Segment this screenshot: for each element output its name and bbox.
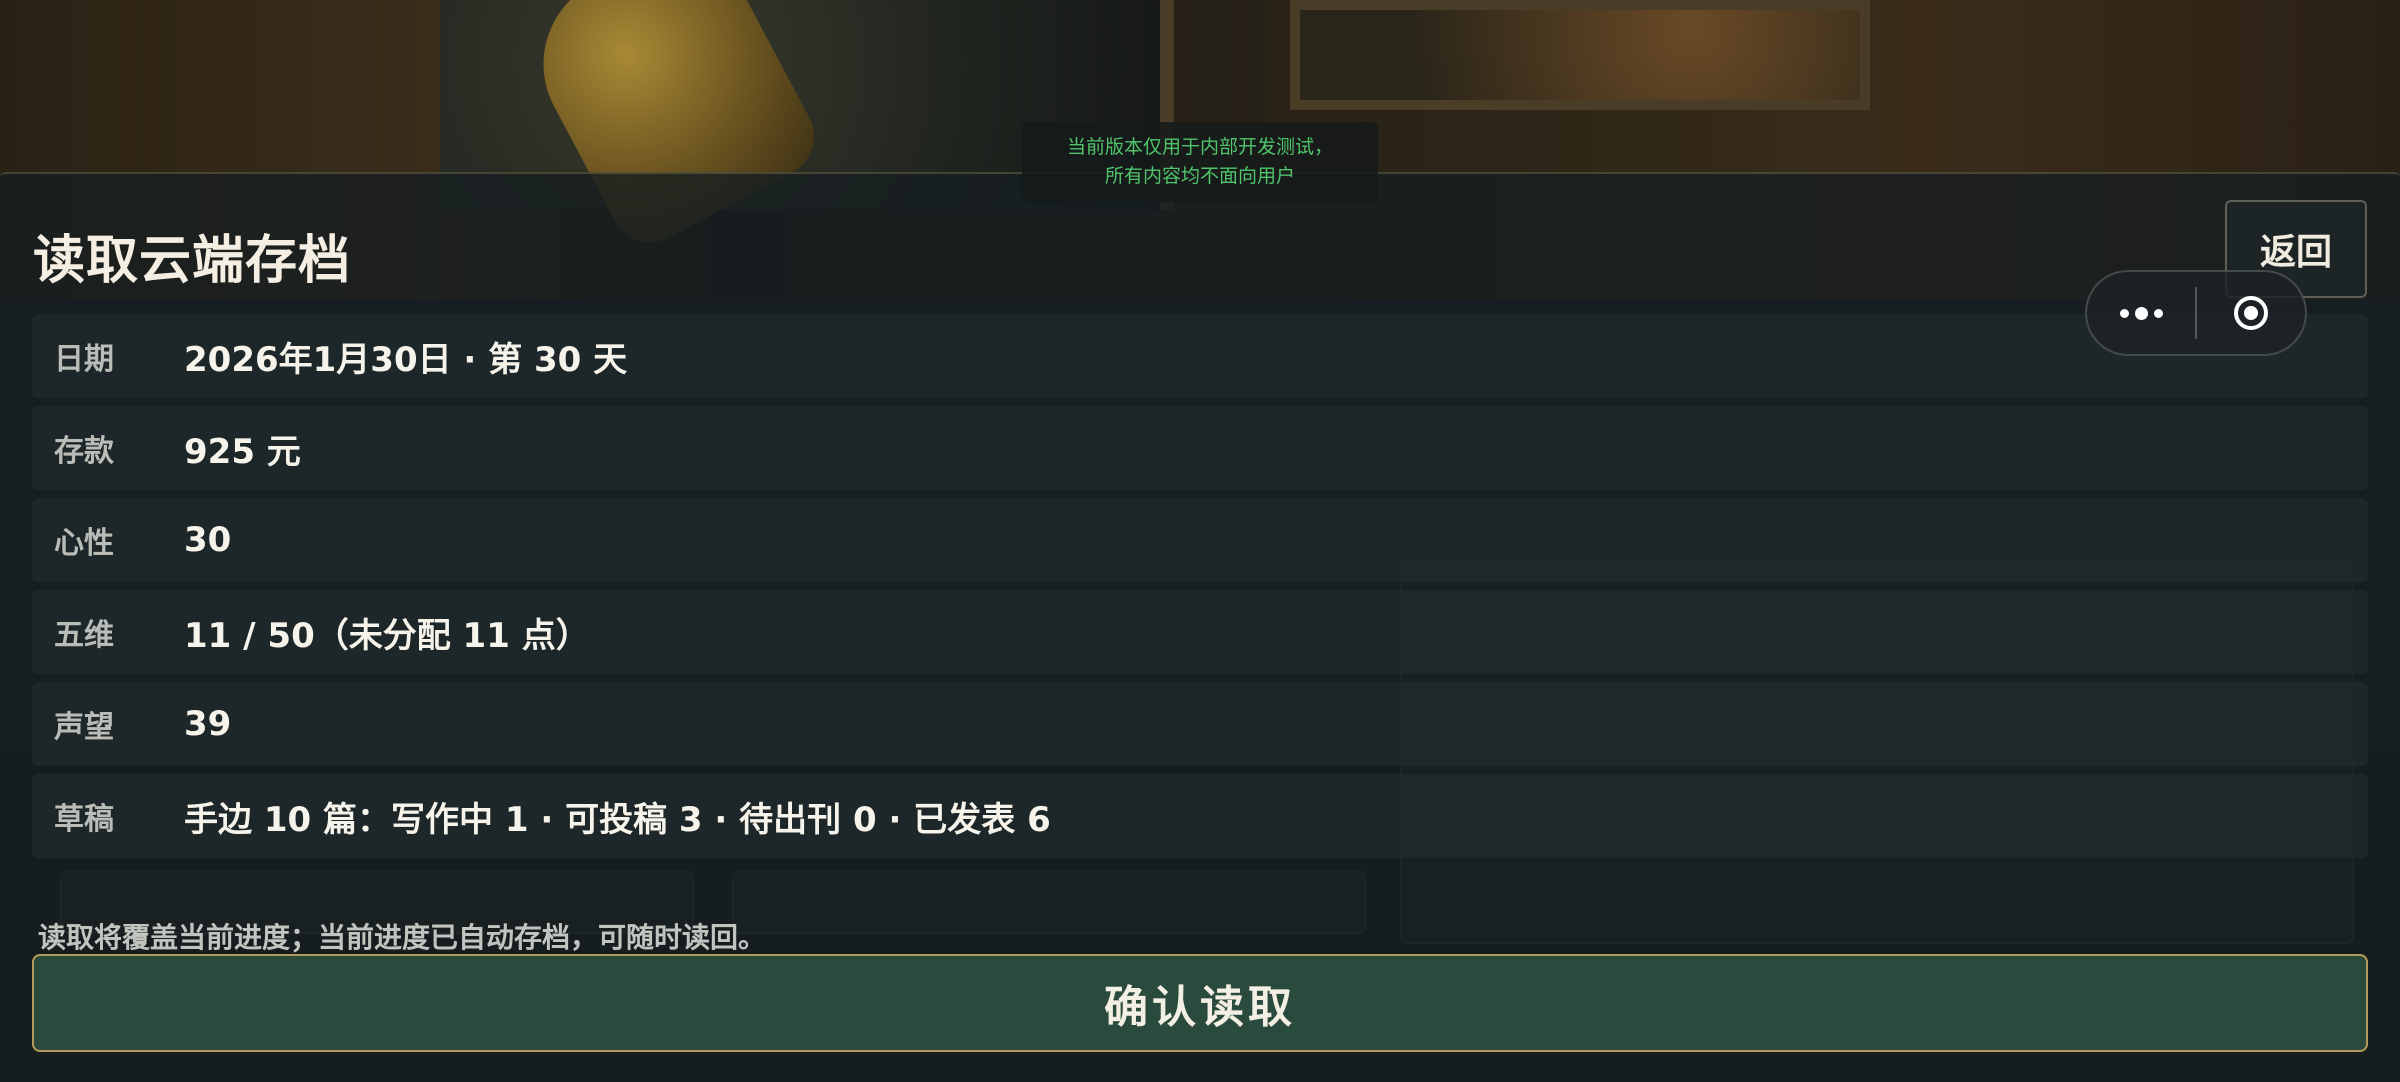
- dialog-title: 读取云端存档: [33, 231, 352, 291]
- overwrite-warning-note: 读取将覆盖当前进度；当前进度已自动存档，可随时读回。: [38, 921, 767, 954]
- row-value: 2026年1月30日 · 第 30 天: [184, 339, 628, 380]
- row-label: 声望: [54, 710, 114, 745]
- target-close-icon[interactable]: [2197, 296, 2305, 330]
- save-info-row-drafts: 草稿 手边 10 篇：写作中 1 · 可投稿 3 · 待出刊 0 · 已发表 6: [32, 774, 2368, 858]
- row-label: 草稿: [54, 802, 114, 837]
- dev-notice-line2: 所有内容均不面向用户: [1104, 165, 1295, 187]
- save-info-row-money: 存款 925 元: [32, 406, 2368, 490]
- confirm-load-button[interactable]: 确认读取: [32, 954, 2368, 1052]
- row-value: 11 / 50（未分配 11 点）: [184, 615, 590, 656]
- save-info-row-date: 日期 2026年1月30日 · 第 30 天: [32, 314, 2368, 398]
- save-info-row-reputation: 声望 39: [32, 682, 2368, 766]
- row-value: 39: [184, 704, 232, 744]
- save-info-list: 日期 2026年1月30日 · 第 30 天 存款 925 元 心性 30 五维…: [32, 314, 2368, 866]
- row-label: 存款: [54, 434, 114, 469]
- background-window-right: [1290, 0, 1870, 110]
- dev-notice-banner: 当前版本仅用于内部开发测试， 所有内容均不面向用户: [1022, 122, 1378, 202]
- row-label: 日期: [54, 342, 114, 377]
- row-label: 心性: [54, 526, 114, 561]
- row-value: 30: [184, 520, 232, 560]
- mini-program-capsule: [2085, 270, 2307, 356]
- row-value: 925 元: [184, 431, 301, 472]
- row-label: 五维: [54, 618, 114, 653]
- save-info-row-stats: 五维 11 / 50（未分配 11 点）: [32, 590, 2368, 674]
- more-dots-icon[interactable]: [2087, 306, 2195, 320]
- row-value: 手边 10 篇：写作中 1 · 可投稿 3 · 待出刊 0 · 已发表 6: [184, 799, 1051, 840]
- save-info-row-mind: 心性 30: [32, 498, 2368, 582]
- dev-notice-line1: 当前版本仅用于内部开发测试，: [1066, 136, 1333, 158]
